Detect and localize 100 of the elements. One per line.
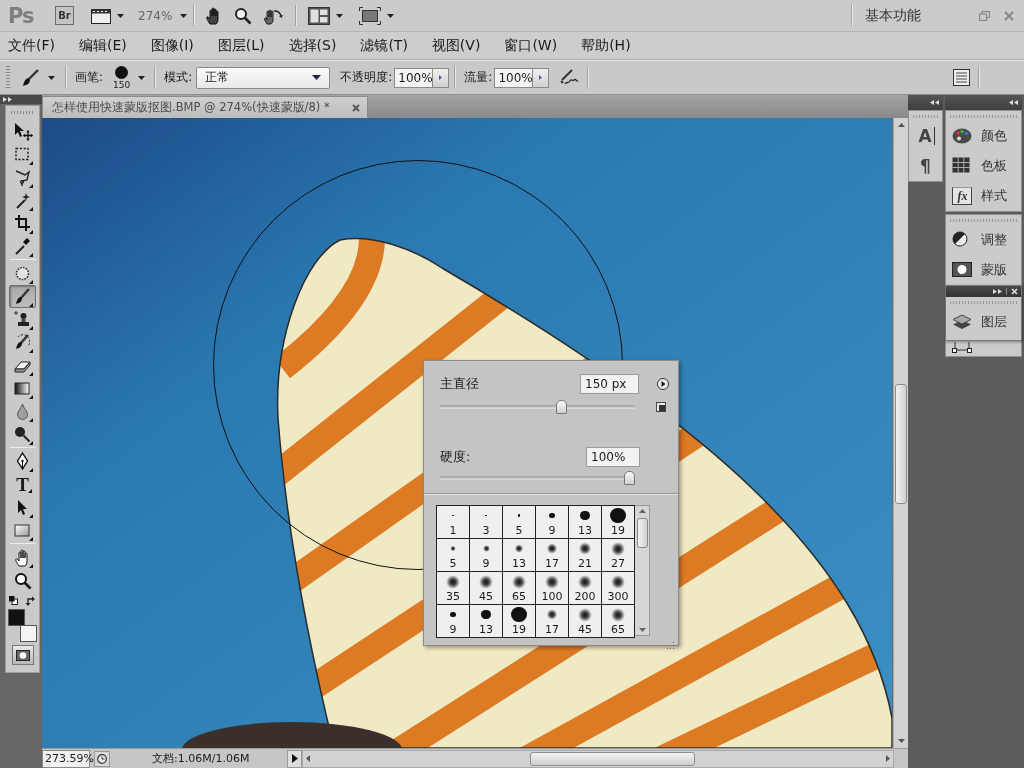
- swatches-grid-icon: [952, 157, 972, 175]
- brush-preset[interactable]: 17: [536, 605, 568, 637]
- brush-preset[interactable]: 9: [536, 506, 568, 538]
- double-arrow-icon: [1009, 100, 1018, 105]
- panel-button[interactable]: 调整: [946, 225, 1021, 255]
- menu-item[interactable]: 编辑(E): [75, 33, 131, 58]
- brush-preset[interactable]: 200: [569, 572, 601, 604]
- menu-item[interactable]: 文件(F): [4, 33, 59, 58]
- diameter-field[interactable]: 150 px: [580, 374, 639, 394]
- caret-icon: [180, 13, 188, 18]
- default-colors-icon[interactable]: [9, 596, 18, 605]
- brush-preset[interactable]: 19: [503, 605, 535, 637]
- caret-icon: [48, 75, 55, 80]
- vertical-scrollbar[interactable]: [893, 118, 908, 748]
- menu-item[interactable]: 选择(S): [284, 33, 341, 58]
- mode-dropdown[interactable]: 正常: [196, 66, 331, 89]
- brush-picker-button[interactable]: 150: [113, 65, 146, 90]
- slider-thumb[interactable]: [624, 471, 635, 485]
- soft-brush-dot-icon: [512, 574, 526, 589]
- foreground-swatch-icon[interactable]: [7, 609, 25, 626]
- menu-item[interactable]: 图层(L): [213, 33, 269, 58]
- status-menu-button[interactable]: [287, 749, 302, 768]
- zoom-icon[interactable]: [234, 6, 253, 25]
- brush-preset[interactable]: 27: [602, 539, 634, 571]
- tool-button[interactable]: [9, 285, 36, 308]
- brush-preset[interactable]: 65: [503, 572, 535, 604]
- double-arrow-icon: [930, 100, 939, 105]
- hardness-field[interactable]: 100%: [586, 447, 640, 467]
- clock-icon: [97, 753, 107, 764]
- resize-grip-icon[interactable]: [665, 641, 674, 650]
- grip-handle[interactable]: [6, 65, 10, 90]
- arrange-documents-button[interactable]: [308, 4, 344, 27]
- tool-button[interactable]: T: [9, 473, 36, 496]
- soft-brush-dot-icon: [514, 544, 524, 553]
- flow-slider-button[interactable]: [533, 67, 550, 88]
- brush-preset[interactable]: 19: [602, 506, 634, 538]
- menu-item[interactable]: 滤镜(T): [356, 33, 412, 58]
- document-list-icon[interactable]: [953, 69, 970, 86]
- scrollbar-thumb[interactable]: [636, 518, 648, 548]
- panel-button[interactable]: 图层: [946, 307, 1021, 337]
- brush-preset[interactable]: 17: [536, 539, 568, 571]
- character-panel-button[interactable]: A: [916, 127, 935, 145]
- layout-grid-icon: [308, 6, 331, 25]
- screen-mode-button[interactable]: [359, 4, 395, 27]
- hard-brush-dot-icon: [481, 609, 491, 620]
- slider-thumb[interactable]: [555, 400, 567, 414]
- brush-preset[interactable]: 100: [536, 572, 568, 604]
- right-arrow-icon: [886, 755, 890, 762]
- styles-icon: fx: [952, 187, 972, 205]
- menu-item[interactable]: 视图(V): [427, 33, 485, 58]
- tool-preset-button[interactable]: [20, 66, 55, 89]
- document-tab[interactable]: 怎样使用快速蒙版抠图.BMP @ 274%(快速蒙版/8) *: [42, 96, 368, 118]
- caret-icon: [387, 13, 395, 18]
- opacity-field[interactable]: 100%: [394, 67, 434, 88]
- panel-button[interactable]: fx 样式: [946, 181, 1021, 211]
- background-swatch-icon[interactable]: [19, 625, 37, 642]
- brush-preset[interactable]: 300: [602, 572, 634, 604]
- brush-preset[interactable]: 3: [470, 506, 502, 538]
- scrollbar-thumb[interactable]: [895, 384, 907, 504]
- brush-preset[interactable]: 13: [470, 605, 502, 637]
- double-arrow-icon: [3, 97, 12, 102]
- paragraph-panel-button[interactable]: ¶: [918, 151, 933, 181]
- panel-button[interactable]: 蒙版: [946, 255, 1021, 285]
- brush-preset[interactable]: 9: [437, 605, 469, 637]
- hard-brush-dot-icon: [610, 507, 626, 524]
- menu-item[interactable]: 图像(I): [146, 33, 198, 58]
- menu-item[interactable]: 窗口(W): [500, 33, 562, 58]
- horizontal-scrollbar[interactable]: [302, 749, 894, 768]
- stamp-icon: [12, 309, 33, 330]
- new-preset-icon[interactable]: [656, 402, 666, 412]
- caret-icon: [312, 75, 322, 80]
- swap-arrows-icon[interactable]: [26, 596, 36, 606]
- flow-field[interactable]: 100%: [494, 67, 534, 88]
- opacity-slider-button[interactable]: [433, 67, 450, 88]
- panel-button[interactable]: 色板: [946, 151, 1021, 181]
- brush-preset[interactable]: 1: [437, 506, 469, 538]
- brush-preset[interactable]: 9: [470, 539, 502, 571]
- brush-preset[interactable]: 13: [503, 539, 535, 571]
- hard-brush-dot-icon: [450, 611, 456, 618]
- brush-preset[interactable]: 45: [569, 605, 601, 637]
- bridge-button[interactable]: Br: [55, 6, 74, 25]
- right-triangle-icon: [439, 75, 443, 80]
- brush-preset[interactable]: 21: [569, 539, 601, 571]
- brush-preset[interactable]: 13: [569, 506, 601, 538]
- close-icon[interactable]: [352, 103, 360, 112]
- panel-button[interactable]: 颜色: [946, 121, 1021, 151]
- zoom-level-menu[interactable]: 274%: [138, 4, 188, 27]
- scrollbar[interactable]: [635, 505, 650, 636]
- workspace-button[interactable]: 基本功能: [865, 6, 921, 25]
- quick-mask-button[interactable]: [11, 645, 34, 665]
- brush-preset[interactable]: 5: [437, 539, 469, 571]
- brush-preset[interactable]: 45: [470, 572, 502, 604]
- airbrush-icon[interactable]: [559, 68, 580, 87]
- brush-preset[interactable]: 65: [602, 605, 634, 637]
- brush-preset[interactable]: 35: [437, 572, 469, 604]
- brush-preset[interactable]: 5: [503, 506, 535, 538]
- status-button[interactable]: [94, 750, 110, 767]
- hard-brush-dot-icon: [517, 514, 521, 517]
- scrollbar-thumb[interactable]: [530, 751, 695, 766]
- menu-item[interactable]: 帮助(H): [577, 33, 635, 58]
